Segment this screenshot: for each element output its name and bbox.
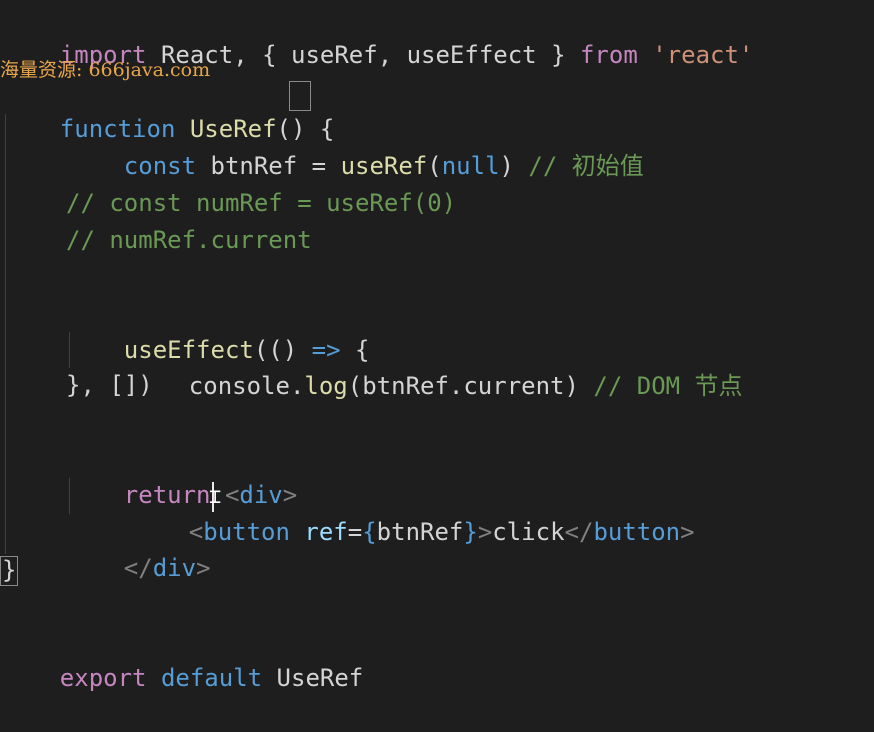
assign: = [297,152,341,180]
code-line-useeffect[interactable]: useEffect(() => { [66,296,370,364]
code-line-function[interactable]: function UseRef() { [2,75,335,143]
function-call: useRef [340,152,428,180]
comment: // DOM 节点 [593,372,743,400]
code-line-comment[interactable]: // const numRef = useRef(0) [66,185,456,221]
tag-bracket: > [680,518,695,546]
keyword-const: const [123,152,197,180]
keyword-default: default [146,664,277,692]
code-line-close-div[interactable]: </div> [66,514,211,582]
ibeam-pointer-icon: ⌶ [209,484,222,508]
jsx-text: click [492,518,565,546]
code-line-import[interactable]: import React, { useRef, useEffect } from… [2,1,754,69]
tag-name: div [152,554,197,582]
tag-bracket: > [477,518,493,546]
comment: // 初始值 [528,152,644,180]
variable-name: btnRef [196,152,298,180]
module-string: 'react' [652,41,754,69]
dot: . [289,372,305,400]
tag-bracket: </ [123,554,153,582]
code-line-console-log[interactable]: console.log(btnRef.current) // DOM 节点 [131,332,743,400]
import-specifiers: React, { useRef, useEffect } [146,41,580,69]
null-literal: null [441,152,500,180]
paren-close: ) [499,152,529,180]
equals: = [347,518,363,546]
export-name: UseRef [276,664,364,692]
bracket-match-highlight [289,81,311,111]
tag-name: button [593,518,681,546]
jsx-expression-brace: } [463,518,478,546]
jsx-expression-brace: { [362,518,377,546]
bracket-match-highlight [0,556,18,586]
code-line-const-btnref[interactable]: const btnRef = useRef(null) // 初始值 [66,112,644,180]
keyword-export: export [59,664,147,692]
code-line-comment[interactable]: // numRef.current [66,222,312,258]
keyword-from: from [579,41,638,69]
paren-open: ( [427,152,442,180]
attribute-name: ref [304,518,348,546]
tag-bracket: > [196,554,211,582]
code-line-return[interactable]: return <div> [66,441,297,509]
tag-name: button [203,518,290,546]
code-line-export[interactable]: export default UseRef [2,624,363,692]
arguments: (btnRef.current) [347,372,594,400]
code-line-close-effect[interactable]: }, []) [66,367,153,403]
code-editor[interactable]: import React, { useRef, useEffect } from… [0,0,874,692]
method-name: log [304,372,348,400]
console-object: console [188,372,290,400]
jsx-expression: btnRef [376,518,464,546]
tag-bracket: </ [564,518,594,546]
